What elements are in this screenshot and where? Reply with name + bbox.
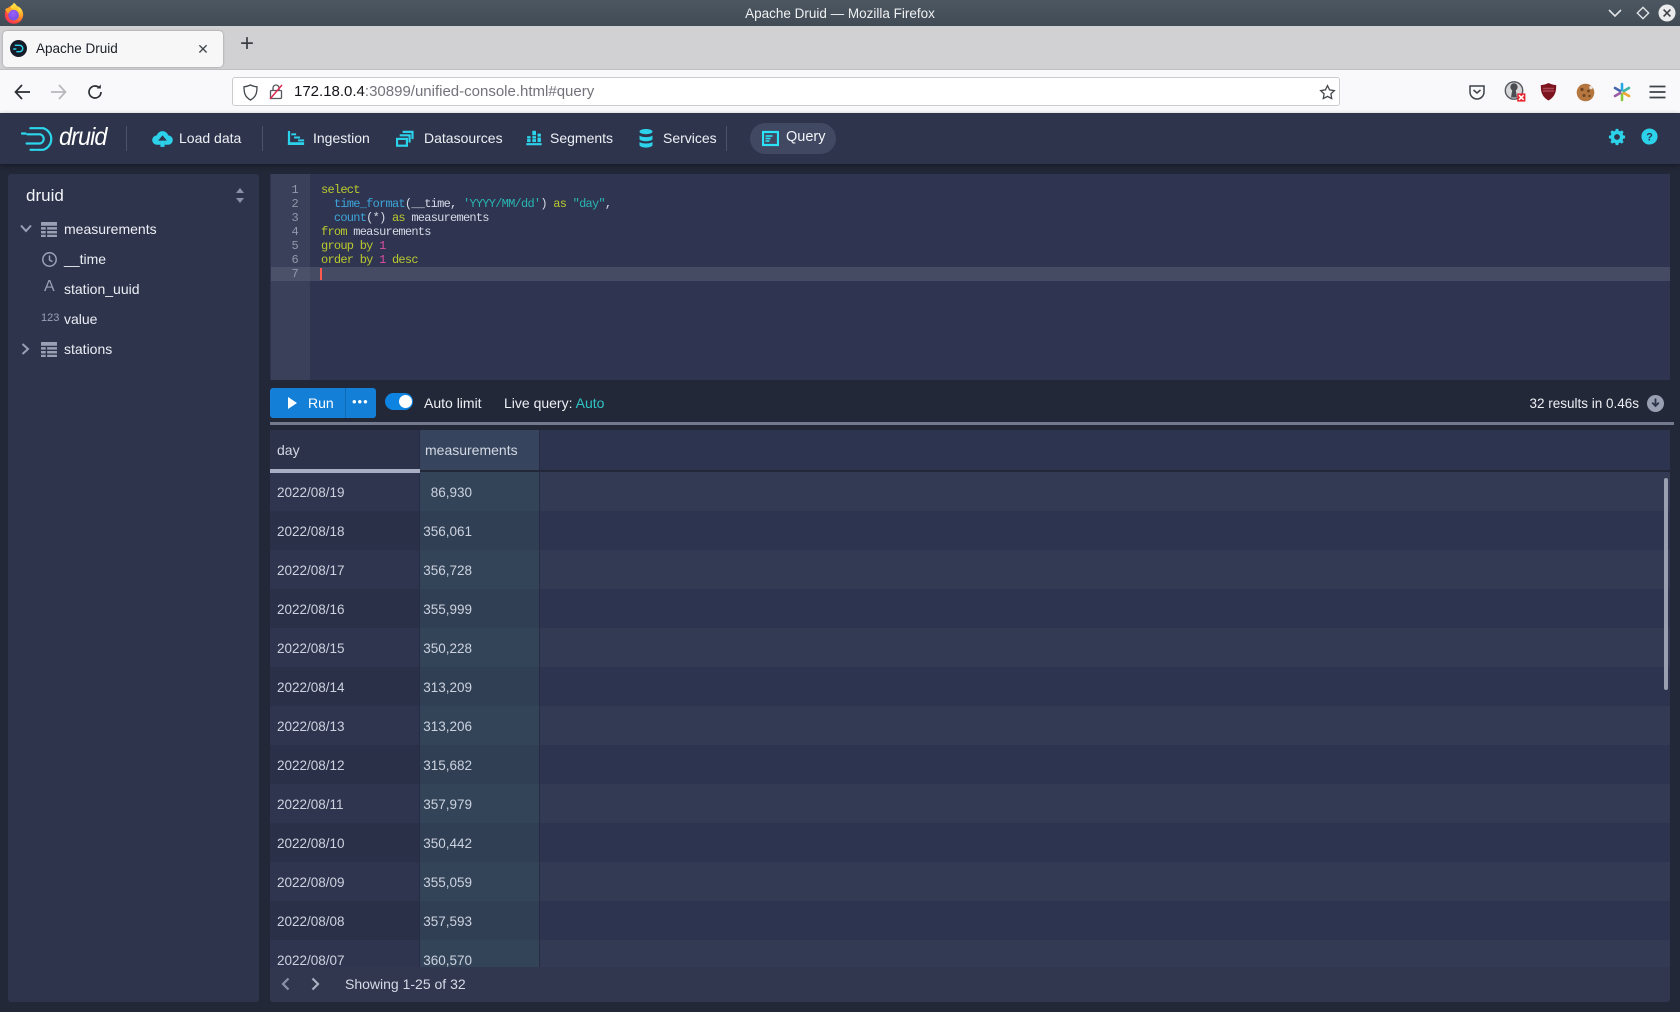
svg-text:?: ? — [1646, 132, 1653, 144]
